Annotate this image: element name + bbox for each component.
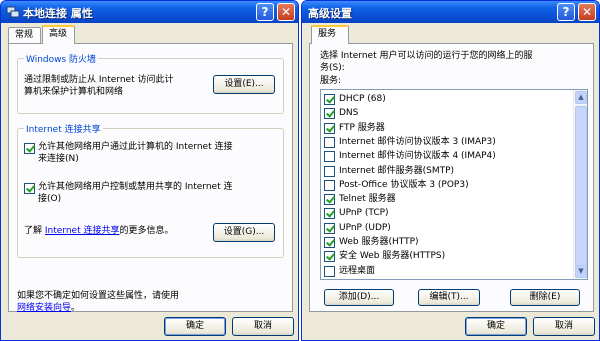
allow-connect-label-line2: 来连接(N) [38, 154, 79, 164]
scroll-up-arrow-icon[interactable]: ▲ [575, 91, 587, 104]
close-button[interactable]: ✕ [578, 3, 596, 21]
service-checkbox[interactable] [324, 136, 335, 148]
learn-more-prefix: 了解 [24, 226, 43, 236]
intro-line1: 选择 Internet 用户可以访问的运行于您的网络上的服 [320, 51, 533, 61]
firewall-description-line1: 通过限制或防止从 Internet 访问此计 [24, 75, 174, 85]
service-checkbox[interactable] [324, 94, 335, 105]
ics-group: Internet 连接共享 允许其他网络用户通过此计算机的 Internet 连… [17, 122, 284, 258]
close-button[interactable]: ✕ [277, 3, 295, 21]
services-list[interactable]: DHCP (68) DNS FTP 服务器 Internet 邮件访问协议版本 3 (… [320, 89, 588, 280]
service-label: Post-Office 协议版本 3 (POP3) [339, 179, 469, 190]
advanced-settings-dialog: 高级设置 ? ✕ 服务 选择 Internet 用户可以访问的运行于您的网络上的… [301, 0, 600, 341]
service-checkbox[interactable] [324, 179, 335, 191]
footer-hint-text: 如果您不确定如何设置这些属性，请使用 [17, 291, 180, 301]
intro-line2: 务(S): [320, 63, 345, 73]
services-tab-panel: 选择 Internet 用户可以访问的运行于您的网络上的服 务(S): 服务: … [309, 43, 594, 312]
scroll-down-arrow-icon[interactable]: ▼ [575, 265, 587, 278]
service-checkbox[interactable] [324, 122, 335, 134]
service-checkbox[interactable] [324, 265, 335, 277]
tab-advanced[interactable]: 高级 [42, 25, 75, 44]
ok-button[interactable]: 确定 [465, 317, 527, 336]
learn-more-suffix: 的更多信息。 [119, 226, 174, 236]
service-label: 安全 Web 服务器(HTTPS) [339, 251, 446, 262]
advanced-tab-panel: Windows 防火墙 通过限制或防止从 Internet 访问此计 算机来保护… [8, 43, 293, 314]
service-label: DHCP (68) [339, 94, 386, 104]
service-checkbox[interactable] [324, 151, 335, 163]
service-checkbox[interactable] [324, 251, 335, 263]
service-checkbox[interactable] [324, 108, 335, 120]
dialog-title: 高级设置 [308, 7, 352, 20]
allow-connect-checkbox[interactable] [24, 143, 35, 154]
service-checkbox[interactable] [324, 194, 335, 206]
services-label: 服务: [320, 76, 342, 86]
service-label: UPnP (UDP) [339, 222, 391, 233]
local-connection-properties-dialog: 本地连接 属性 ? ✕ 常规 高级 Windows 防火墙 通过限制或防止从 I… [0, 0, 299, 341]
allow-connect-label-line1: 允许其他网络用户通过此计算机的 Internet 连接 [38, 142, 233, 152]
firewall-settings-button[interactable]: 设置(E)... [213, 75, 275, 94]
allow-control-label-line2: 接(O) [38, 194, 62, 204]
ics-group-title: Internet 连接共享 [24, 122, 103, 135]
service-label: 远程桌面 [339, 265, 376, 276]
footer-link-line: 网络安装向导。 [17, 302, 80, 314]
learn-more-text: 了解 Internet 连接共享的更多信息。 [24, 225, 174, 237]
services-scrollbar[interactable]: ▲ ▼ [573, 90, 587, 279]
service-checkbox[interactable] [324, 208, 335, 220]
firewall-group: Windows 防火墙 通过限制或防止从 Internet 访问此计 算机来保护… [17, 52, 284, 114]
dialog-body: 服务 选择 Internet 用户可以访问的运行于您的网络上的服 务(S): 服… [305, 23, 596, 337]
title-bar[interactable]: 高级设置 ? ✕ [302, 1, 599, 23]
dialog-title: 本地连接 属性 [23, 7, 93, 20]
service-checkbox[interactable] [324, 237, 335, 248]
service-label: Internet 邮件访问协议版本 3 (IMAP3) [339, 136, 496, 147]
footer-link-suffix: 。 [71, 303, 81, 313]
help-button[interactable]: ? [256, 3, 274, 21]
network-connection-icon [6, 6, 20, 18]
allow-control-checkbox[interactable] [24, 183, 35, 194]
cancel-button[interactable]: 取消 [232, 317, 294, 336]
service-label: Web 服务器(HTTP) [339, 237, 419, 247]
allow-control-label-line1: 允许其他网络用户控制或禁用共享的 Internet 连 [38, 182, 233, 192]
cancel-button[interactable]: 取消 [533, 317, 595, 336]
ics-settings-button[interactable]: 设置(G)... [213, 223, 275, 242]
help-button[interactable]: ? [557, 3, 575, 21]
dialog-body: 常规 高级 Windows 防火墙 通过限制或防止从 Internet 访问此计… [4, 23, 295, 337]
service-label: Internet 邮件服务器(SMTP) [339, 165, 455, 176]
firewall-description-line2: 算机来保护计算机和网络 [24, 87, 124, 97]
tab-services[interactable]: 服务 [311, 25, 349, 44]
ok-button[interactable]: 确定 [164, 317, 226, 336]
tab-general[interactable]: 常规 [8, 27, 41, 44]
scroll-thumb[interactable] [575, 106, 587, 266]
ics-help-link[interactable]: Internet 连接共享 [45, 226, 120, 236]
firewall-group-title: Windows 防火墙 [24, 52, 99, 65]
service-label: Internet 邮件访问协议版本 4 (IMAP4) [339, 151, 496, 162]
network-setup-wizard-link[interactable]: 网络安装向导 [17, 303, 71, 313]
service-label: FTP 服务器 [339, 122, 385, 133]
service-label: DNS [339, 108, 359, 119]
add-service-button[interactable]: 添加(D)... [324, 289, 394, 306]
service-checkbox[interactable] [324, 165, 335, 177]
edit-service-button[interactable]: 编辑(T)... [418, 289, 480, 306]
service-label: Telnet 服务器 [339, 194, 396, 205]
service-checkbox[interactable] [324, 222, 335, 234]
service-label: UPnP (TCP) [339, 208, 389, 219]
delete-service-button[interactable]: 删除(E) [510, 289, 580, 306]
title-bar[interactable]: 本地连接 属性 ? ✕ [1, 1, 298, 23]
